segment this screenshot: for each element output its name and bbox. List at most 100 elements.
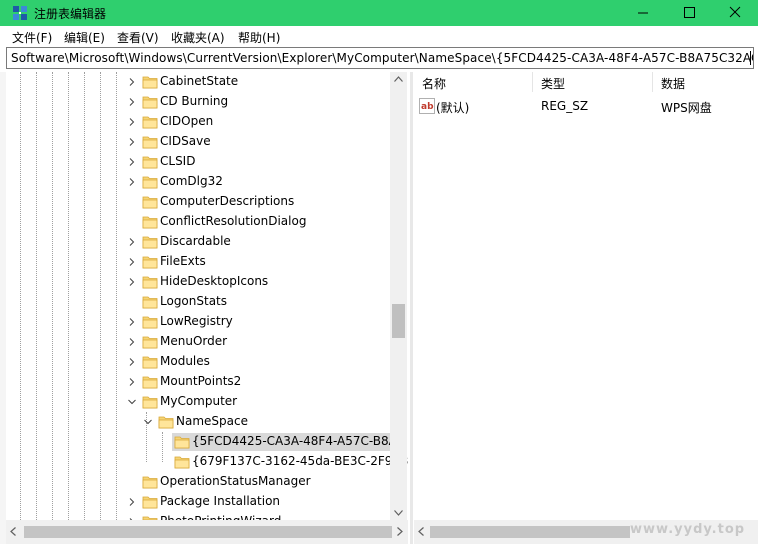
tree-item[interactable]: Package Installation: [6, 492, 390, 512]
tree-item[interactable]: ComDlg32: [6, 172, 390, 192]
address-bar[interactable]: Software\Microsoft\Windows\CurrentVersio…: [6, 47, 754, 69]
tree-item-label: CLSID: [160, 154, 196, 168]
tree-item[interactable]: CabinetState: [6, 72, 390, 92]
tree-scroll-thumb[interactable]: [392, 304, 405, 338]
chevron-right-icon[interactable]: [128, 78, 136, 86]
tree-item[interactable]: MountPoints2: [6, 372, 390, 392]
folder-icon: [142, 476, 158, 489]
scroll-left-arrow-icon[interactable]: [10, 527, 16, 536]
menu-favorites[interactable]: 收藏夹(A): [171, 29, 225, 46]
folder-icon: [142, 156, 158, 169]
registry-editor-window: 注册表编辑器 文件(F) 编辑(E) 查看(V) 收藏夹(A) 帮助(H) So…: [0, 0, 758, 544]
tree-item-label: CD Burning: [160, 94, 229, 108]
tree-item-label: MountPoints2: [160, 374, 242, 388]
chevron-right-icon[interactable]: [128, 278, 136, 286]
maximize-icon: [684, 7, 695, 18]
folder-icon: [142, 176, 158, 189]
chevron-right-icon[interactable]: [128, 138, 136, 146]
chevron-right-icon[interactable]: [128, 178, 136, 186]
menu-edit[interactable]: 编辑(E): [64, 29, 105, 46]
column-divider[interactable]: [652, 72, 653, 92]
svg-text:ab: ab: [421, 102, 434, 112]
address-path: Software\Microsoft\Windows\CurrentVersio…: [11, 51, 754, 65]
tree-item[interactable]: HideDesktopIcons: [6, 272, 390, 292]
folder-icon: [142, 376, 158, 389]
menu-file[interactable]: 文件(F): [12, 29, 52, 46]
tree-item-label: NameSpace: [176, 414, 248, 428]
folder-icon: [142, 236, 158, 249]
tree-item[interactable]: ComputerDescriptions: [6, 192, 390, 212]
minimize-button[interactable]: [620, 0, 666, 26]
column-header-type[interactable]: 类型: [541, 75, 565, 92]
scroll-left-arrow-icon[interactable]: [418, 527, 424, 536]
folder-icon: [142, 316, 158, 329]
chevron-right-icon[interactable]: [128, 358, 136, 366]
folder-icon: [142, 116, 158, 129]
chevron-right-icon[interactable]: [128, 378, 136, 386]
menu-help[interactable]: 帮助(H): [238, 29, 280, 46]
menu-bar: 文件(F) 编辑(E) 查看(V) 收藏夹(A) 帮助(H): [0, 26, 758, 46]
chevron-right-icon[interactable]: [128, 258, 136, 266]
tree-item-label: FileExts: [160, 254, 206, 268]
tree-item[interactable]: MyComputer: [6, 392, 390, 412]
list-hscroll-thumb[interactable]: [430, 526, 630, 538]
close-button[interactable]: [712, 0, 758, 26]
tree-item[interactable]: {5FCD4425-CA3A-48F4-A57C-B8A7: [6, 432, 405, 452]
tree-item[interactable]: ConflictResolutionDialog: [6, 212, 390, 232]
tree-item[interactable]: PhotoPrintingWizard: [6, 512, 390, 520]
tree-item[interactable]: CLSID: [6, 152, 390, 172]
chevron-right-icon[interactable]: [128, 318, 136, 326]
tree-item-label: ConflictResolutionDialog: [160, 214, 307, 228]
tree-item[interactable]: {679F137C-3162-45da-BE3C-2F9C3: [6, 452, 408, 472]
tree-item[interactable]: Discardable: [6, 232, 390, 252]
chevron-right-icon[interactable]: [128, 498, 136, 506]
tree-item-label: ComDlg32: [160, 174, 223, 188]
tree-item[interactable]: CIDOpen: [6, 112, 390, 132]
title-bar[interactable]: 注册表编辑器: [0, 0, 758, 26]
tree-item-label: LogonStats: [160, 294, 228, 308]
tree-item-label: Discardable: [160, 234, 231, 248]
chevron-right-icon[interactable]: [128, 98, 136, 106]
chevron-right-icon[interactable]: [128, 158, 136, 166]
column-divider[interactable]: [532, 72, 533, 92]
tree-item[interactable]: OperationStatusManager: [6, 472, 390, 492]
column-header-name[interactable]: 名称: [422, 75, 446, 92]
pane-splitter[interactable]: [410, 72, 413, 544]
tree-hscroll-thumb[interactable]: [24, 526, 392, 538]
maximize-button[interactable]: [666, 0, 712, 26]
column-header-data[interactable]: 数据: [661, 75, 685, 92]
menu-view[interactable]: 查看(V): [117, 29, 159, 46]
key-tree: CabinetState CD Burning CIDOpen CIDSave CLSI…: [6, 72, 408, 520]
scroll-up-arrow-icon[interactable]: [394, 76, 403, 82]
tree-item-label: Modules: [160, 354, 210, 368]
watermark-text: www.yydy.top: [630, 522, 746, 537]
tree-item[interactable]: LogonStats: [6, 292, 390, 312]
tree-horizontal-scrollbar[interactable]: [6, 520, 408, 544]
chevron-right-icon[interactable]: [128, 238, 136, 246]
tree-item[interactable]: CIDSave: [6, 132, 390, 152]
scroll-down-arrow-icon[interactable]: [394, 510, 403, 516]
tree-item[interactable]: LowRegistry: [6, 312, 390, 332]
chevron-right-icon[interactable]: [128, 338, 136, 346]
tree-item[interactable]: NameSpace: [6, 412, 390, 432]
string-value-icon: ab: [419, 98, 435, 114]
window-title: 注册表编辑器: [34, 7, 107, 21]
minimize-icon: [638, 12, 648, 14]
tree-item[interactable]: CD Burning: [6, 92, 390, 112]
tree-item-label: {679F137C-3162-45da-BE3C-2F9C3: [192, 454, 408, 468]
tree-item[interactable]: Modules: [6, 352, 390, 372]
folder-icon: [142, 496, 158, 509]
tree-item[interactable]: MenuOrder: [6, 332, 390, 352]
tree-item-label: OperationStatusManager: [160, 474, 311, 488]
chevron-down-icon[interactable]: [128, 398, 136, 406]
tree-item-label: CIDSave: [160, 134, 211, 148]
tree-vertical-scrollbar[interactable]: [390, 72, 407, 520]
tree-item[interactable]: FileExts: [6, 252, 390, 272]
tree-item-label: Package Installation: [160, 494, 281, 508]
scroll-right-arrow-icon[interactable]: [397, 527, 403, 536]
folder-icon: [142, 356, 158, 369]
chevron-right-icon[interactable]: [128, 118, 136, 126]
folder-icon: [174, 436, 190, 449]
chevron-down-icon[interactable]: [144, 418, 152, 426]
tree-item-label: CabinetState: [160, 74, 239, 88]
